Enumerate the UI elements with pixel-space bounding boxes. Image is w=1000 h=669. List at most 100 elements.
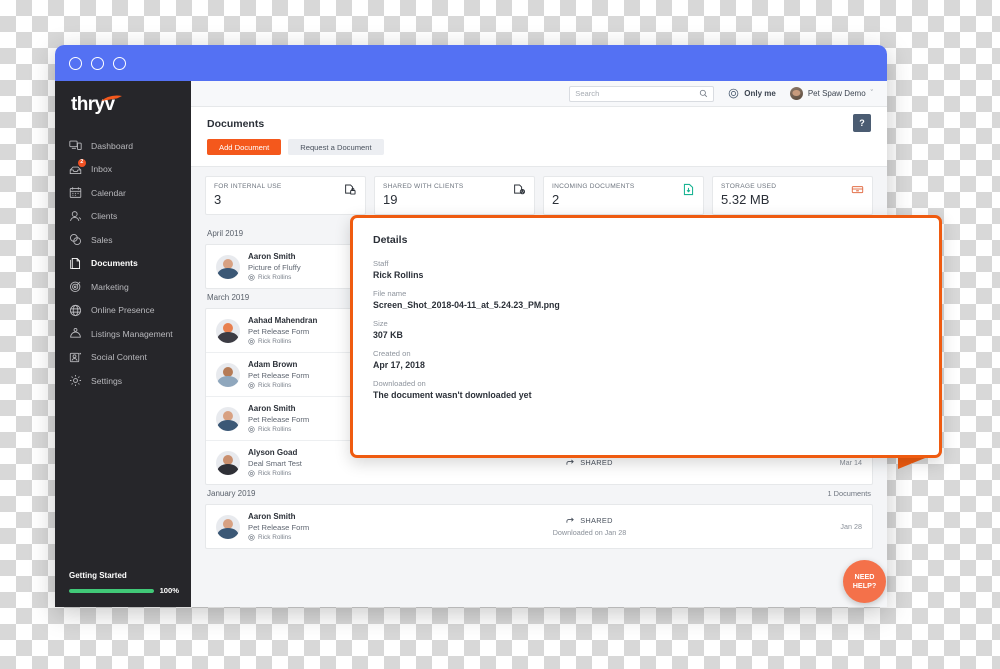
client-name: Alyson Goad <box>248 448 298 457</box>
page-actions: Add Document Request a Document <box>207 139 873 166</box>
sidebar-item-online-presence[interactable]: Online Presence <box>55 299 191 323</box>
field-label: Created on <box>373 349 411 358</box>
row-staff: Rick Rollins <box>248 274 363 281</box>
month-group-january: Aaron Smith Pet Release Form Rick Rollin… <box>205 504 873 549</box>
search-box[interactable] <box>569 85 715 102</box>
documents-icon <box>69 257 82 270</box>
sidebar-item-calendar[interactable]: Calendar <box>55 181 191 205</box>
document-title: Pet Release Form <box>248 370 310 380</box>
stat-card-storage-used[interactable]: STORAGE USED 5.32 MB <box>712 176 873 215</box>
sidebar-item-inbox[interactable]: 2 Inbox <box>55 158 191 182</box>
gear-icon <box>69 374 82 387</box>
dashboard-icon <box>69 139 82 152</box>
sidebar-item-settings[interactable]: Settings <box>55 369 191 393</box>
staff-name: Rick Rollins <box>258 534 292 541</box>
details-popup: Details Staff Rick Rollins File name Scr… <box>350 215 942 458</box>
avatar <box>216 406 240 431</box>
sidebar-nav: Dashboard 2 Inbox Calendar Clients Sales… <box>55 132 191 571</box>
staff-name: Rick Rollins <box>258 382 292 389</box>
sidebar-item-label: Social Content <box>91 352 147 363</box>
shared-label: SHARED <box>580 458 613 467</box>
row-meta: Alyson Goad Deal Smart Test Rick Rollins <box>248 448 363 477</box>
target-circle-icon <box>248 382 255 389</box>
window-close-dot[interactable] <box>69 56 82 70</box>
document-title: Pet Release Form <box>248 522 310 532</box>
sidebar-item-listings-management[interactable]: Listings Management <box>55 322 191 346</box>
details-field-file-name: File name Screen_Shot_2018-04-11_at_5.24… <box>373 289 919 310</box>
row-meta: Aaron Smith Pet Release Form Rick Rollin… <box>248 404 363 433</box>
request-document-button[interactable]: Request a Document <box>288 139 384 155</box>
sidebar-item-label: Calendar <box>91 187 126 198</box>
stat-value: 5.32 MB <box>721 192 770 207</box>
table-row[interactable]: Aaron Smith Pet Release Form Rick Rollin… <box>206 505 872 548</box>
window-maximize-dot[interactable] <box>113 56 126 70</box>
sidebar: thryv Dashboard 2 Inbox Calendar Clients… <box>55 81 191 607</box>
month-label: March 2019 <box>207 293 250 302</box>
avatar <box>216 254 240 279</box>
month-count: 1 Documents <box>827 489 871 498</box>
stat-value: 19 <box>383 192 398 207</box>
search-input[interactable] <box>575 89 700 98</box>
help-button[interactable]: ? <box>853 114 871 132</box>
field-label: Downloaded on <box>373 379 426 388</box>
inbox-badge: 2 <box>77 158 86 168</box>
avatar <box>216 514 240 539</box>
field-value: Apr 17, 2018 <box>373 360 425 370</box>
month-header-january: January 2019 1 Documents <box>205 485 873 504</box>
month-label: April 2019 <box>207 229 244 238</box>
sidebar-item-dashboard[interactable]: Dashboard <box>55 134 191 158</box>
getting-started-progress: 100% <box>69 586 179 595</box>
client-name: Aaron Smith <box>248 252 296 261</box>
page-title: Documents <box>207 118 265 130</box>
only-me-toggle[interactable]: Only me <box>728 88 776 99</box>
row-status: SHARED <box>363 458 816 467</box>
stat-label: SHARED WITH CLIENTS <box>383 183 464 190</box>
sidebar-item-label: Online Presence <box>91 305 155 316</box>
staff-name: Rick Rollins <box>258 274 292 281</box>
row-date: Jan 28 <box>840 522 862 531</box>
target-circle-icon <box>248 274 255 281</box>
stat-card-internal-use[interactable]: FOR INTERNAL USE 3 <box>205 176 366 215</box>
client-name: Adam Brown <box>248 360 298 369</box>
field-value: 307 KB <box>373 330 403 340</box>
sidebar-item-clients[interactable]: Clients <box>55 205 191 229</box>
details-field-size: Size 307 KB <box>373 319 919 340</box>
getting-started-widget[interactable]: Getting Started 100% <box>55 571 191 607</box>
sidebar-item-sales[interactable]: Sales <box>55 228 191 252</box>
logo-swoosh-icon <box>101 95 122 101</box>
document-title: Deal Smart Test <box>248 458 302 468</box>
need-help-button[interactable]: NEED HELP? <box>843 560 886 603</box>
target-circle-icon <box>248 534 255 541</box>
stat-value: 2 <box>552 192 560 207</box>
stat-card-shared-with-clients[interactable]: SHARED WITH CLIENTS 19 <box>374 176 535 215</box>
staff-name: Rick Rollins <box>258 338 292 345</box>
row-date: Mar 14 <box>839 458 862 467</box>
thryv-logo[interactable]: thryv <box>55 81 191 132</box>
row-staff: Rick Rollins <box>248 426 363 433</box>
sales-icon <box>69 233 82 246</box>
storage-box-icon <box>851 183 864 201</box>
sidebar-item-label: Settings <box>91 375 123 386</box>
row-meta: Adam Brown Pet Release Form Rick Rollins <box>248 360 363 389</box>
account-menu[interactable]: Pet Spaw Demo ˇ <box>789 87 873 100</box>
marketing-target-icon <box>69 280 82 293</box>
row-staff: Rick Rollins <box>248 470 363 477</box>
window-minimize-dot[interactable] <box>91 56 104 70</box>
chevron-down-icon: ˇ <box>870 90 873 97</box>
row-meta: Aahad Mahendran Pet Release Form Rick Ro… <box>248 316 363 345</box>
sidebar-item-marketing[interactable]: Marketing <box>55 275 191 299</box>
lock-document-icon <box>344 183 357 201</box>
stat-label: STORAGE USED <box>721 183 777 190</box>
sidebar-item-documents[interactable]: Documents <box>55 252 191 276</box>
document-title: Pet Release Form <box>248 326 310 336</box>
stat-label: INCOMING DOCUMENTS <box>552 183 635 190</box>
month-label: January 2019 <box>207 489 256 498</box>
add-document-button[interactable]: Add Document <box>207 139 282 155</box>
details-title: Details <box>373 234 408 246</box>
page-header: Documents Add Document Request a Documen… <box>191 107 887 166</box>
stat-card-incoming-documents[interactable]: INCOMING DOCUMENTS 2 <box>543 176 704 215</box>
listings-icon <box>69 327 82 340</box>
sidebar-item-social-content[interactable]: Social Content <box>55 346 191 370</box>
staff-name: Rick Rollins <box>258 470 292 477</box>
download-document-icon <box>682 183 695 201</box>
